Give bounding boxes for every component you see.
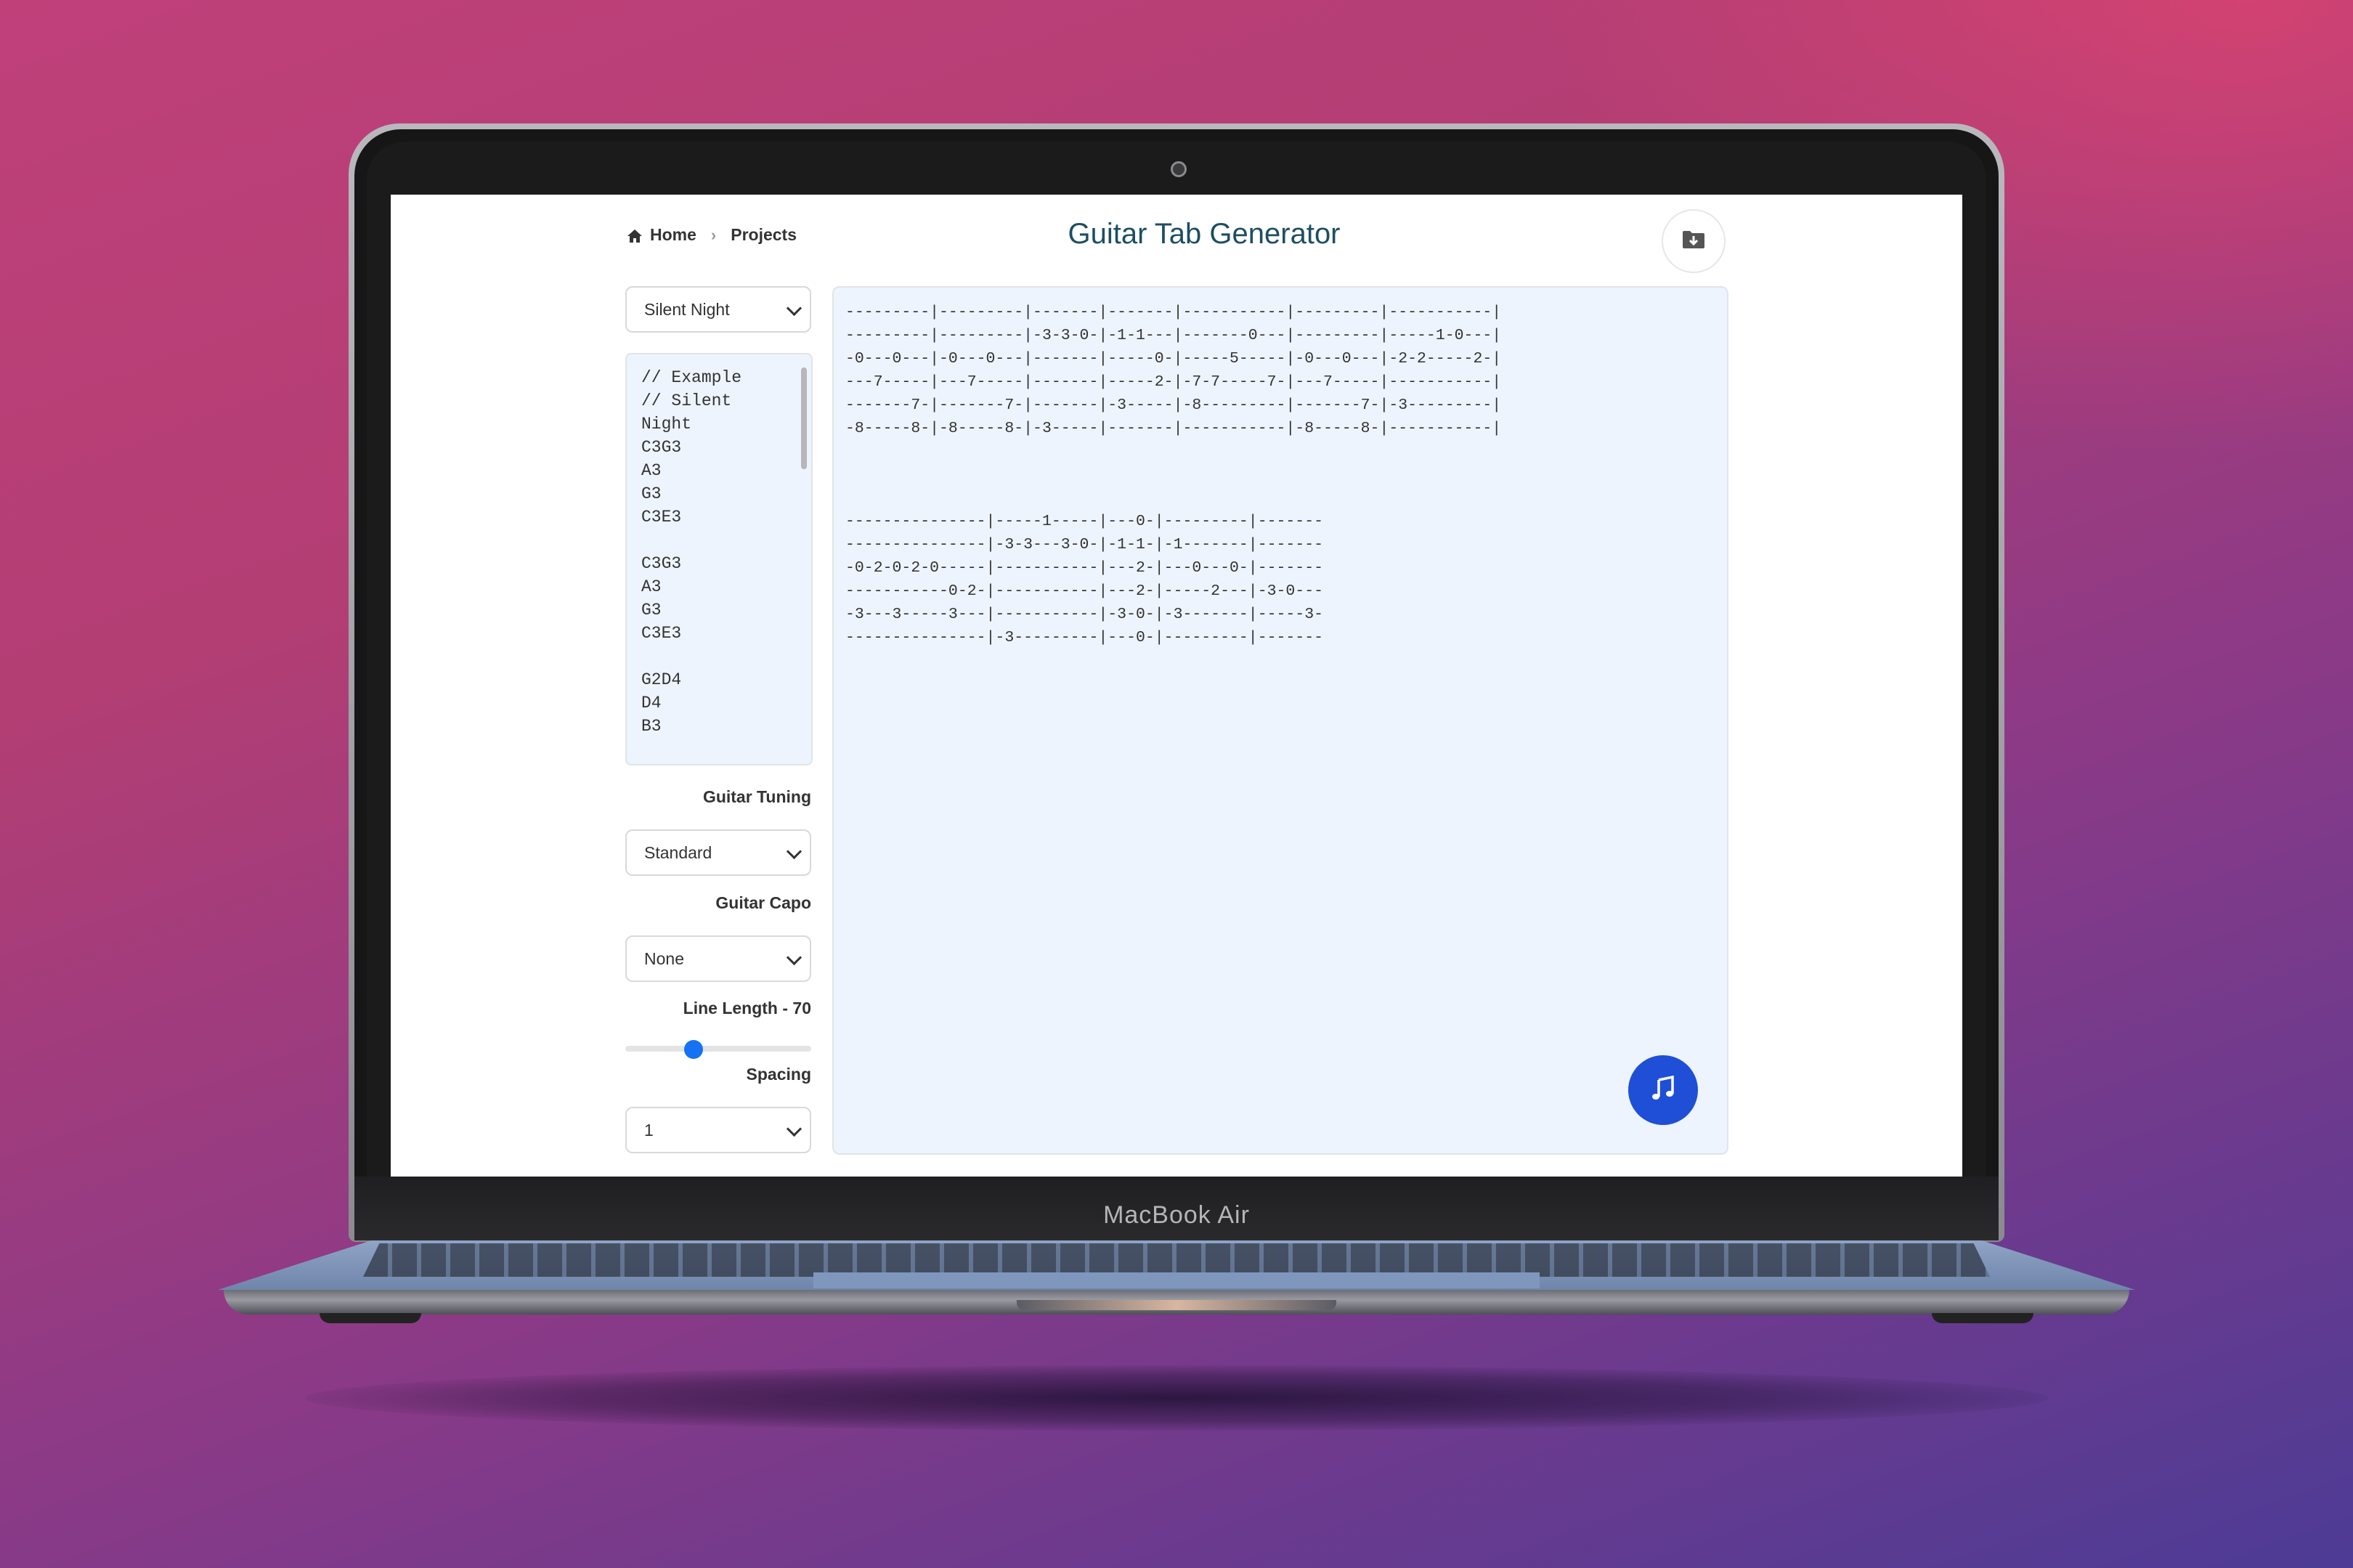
chevron-down-icon bbox=[786, 1121, 802, 1137]
guitar-tuning-label: Guitar Tuning bbox=[702, 787, 811, 806]
line-length-label: Line Length - 70 bbox=[683, 999, 811, 1017]
folder-download-icon bbox=[1681, 229, 1706, 253]
music-note-icon bbox=[1649, 1074, 1678, 1107]
chevron-down-icon bbox=[786, 949, 802, 966]
home-icon[interactable] bbox=[627, 228, 643, 243]
page-title: Guitar Tab Generator bbox=[1068, 218, 1341, 250]
laptop-shadow bbox=[305, 1365, 2048, 1431]
spacing-value: 1 bbox=[644, 1120, 654, 1140]
guitar-capo-value: None bbox=[644, 948, 684, 968]
editor-scrollbar[interactable] bbox=[800, 360, 808, 760]
guitar-capo-select[interactable]: None bbox=[625, 935, 811, 982]
spacing-label: Spacing bbox=[746, 1065, 811, 1084]
slider-thumb[interactable] bbox=[684, 1040, 703, 1059]
guitar-tuning-value: Standard bbox=[644, 842, 712, 862]
breadcrumb: Home › Projects bbox=[627, 225, 797, 245]
notes-editor-text[interactable]: // Example // Silent Night C3G3 A3 G3 C3… bbox=[627, 354, 811, 750]
laptop-foot-left bbox=[320, 1313, 421, 1323]
camera-icon bbox=[1171, 161, 1187, 177]
line-length-slider[interactable] bbox=[625, 1037, 811, 1059]
chevron-down-icon bbox=[786, 300, 802, 317]
trackpad bbox=[813, 1272, 1540, 1288]
app-screen: Home › Projects Guitar Tab Generator Sil… bbox=[391, 195, 1962, 1177]
guitar-capo-label: Guitar Capo bbox=[715, 893, 811, 912]
play-music-button[interactable] bbox=[1628, 1055, 1698, 1125]
spacing-select[interactable]: 1 bbox=[625, 1107, 811, 1153]
breadcrumb-home[interactable]: Home bbox=[650, 225, 696, 245]
song-select-value: Silent Night bbox=[644, 299, 730, 319]
laptop-model-label: MacBook Air bbox=[1103, 1201, 1250, 1229]
slider-track[interactable] bbox=[625, 1046, 811, 1052]
guitar-tuning-select[interactable]: Standard bbox=[625, 829, 811, 876]
tab-output-text: ---------|---------|-------|-------|----… bbox=[845, 304, 1502, 646]
song-select[interactable]: Silent Night bbox=[625, 286, 811, 333]
laptop-opening-notch bbox=[1017, 1300, 1336, 1310]
breadcrumb-projects[interactable]: Projects bbox=[731, 225, 797, 245]
laptop-foot-right bbox=[1932, 1313, 2033, 1323]
tab-output-panel: ---------|---------|-------|-------|----… bbox=[832, 286, 1728, 1155]
save-project-button[interactable] bbox=[1662, 209, 1726, 273]
notes-editor[interactable]: // Example // Silent Night C3G3 A3 G3 C3… bbox=[625, 353, 813, 765]
editor-scrollbar-thumb[interactable] bbox=[801, 367, 807, 469]
chevron-down-icon bbox=[786, 843, 802, 860]
chevron-right-icon: › bbox=[710, 225, 717, 244]
